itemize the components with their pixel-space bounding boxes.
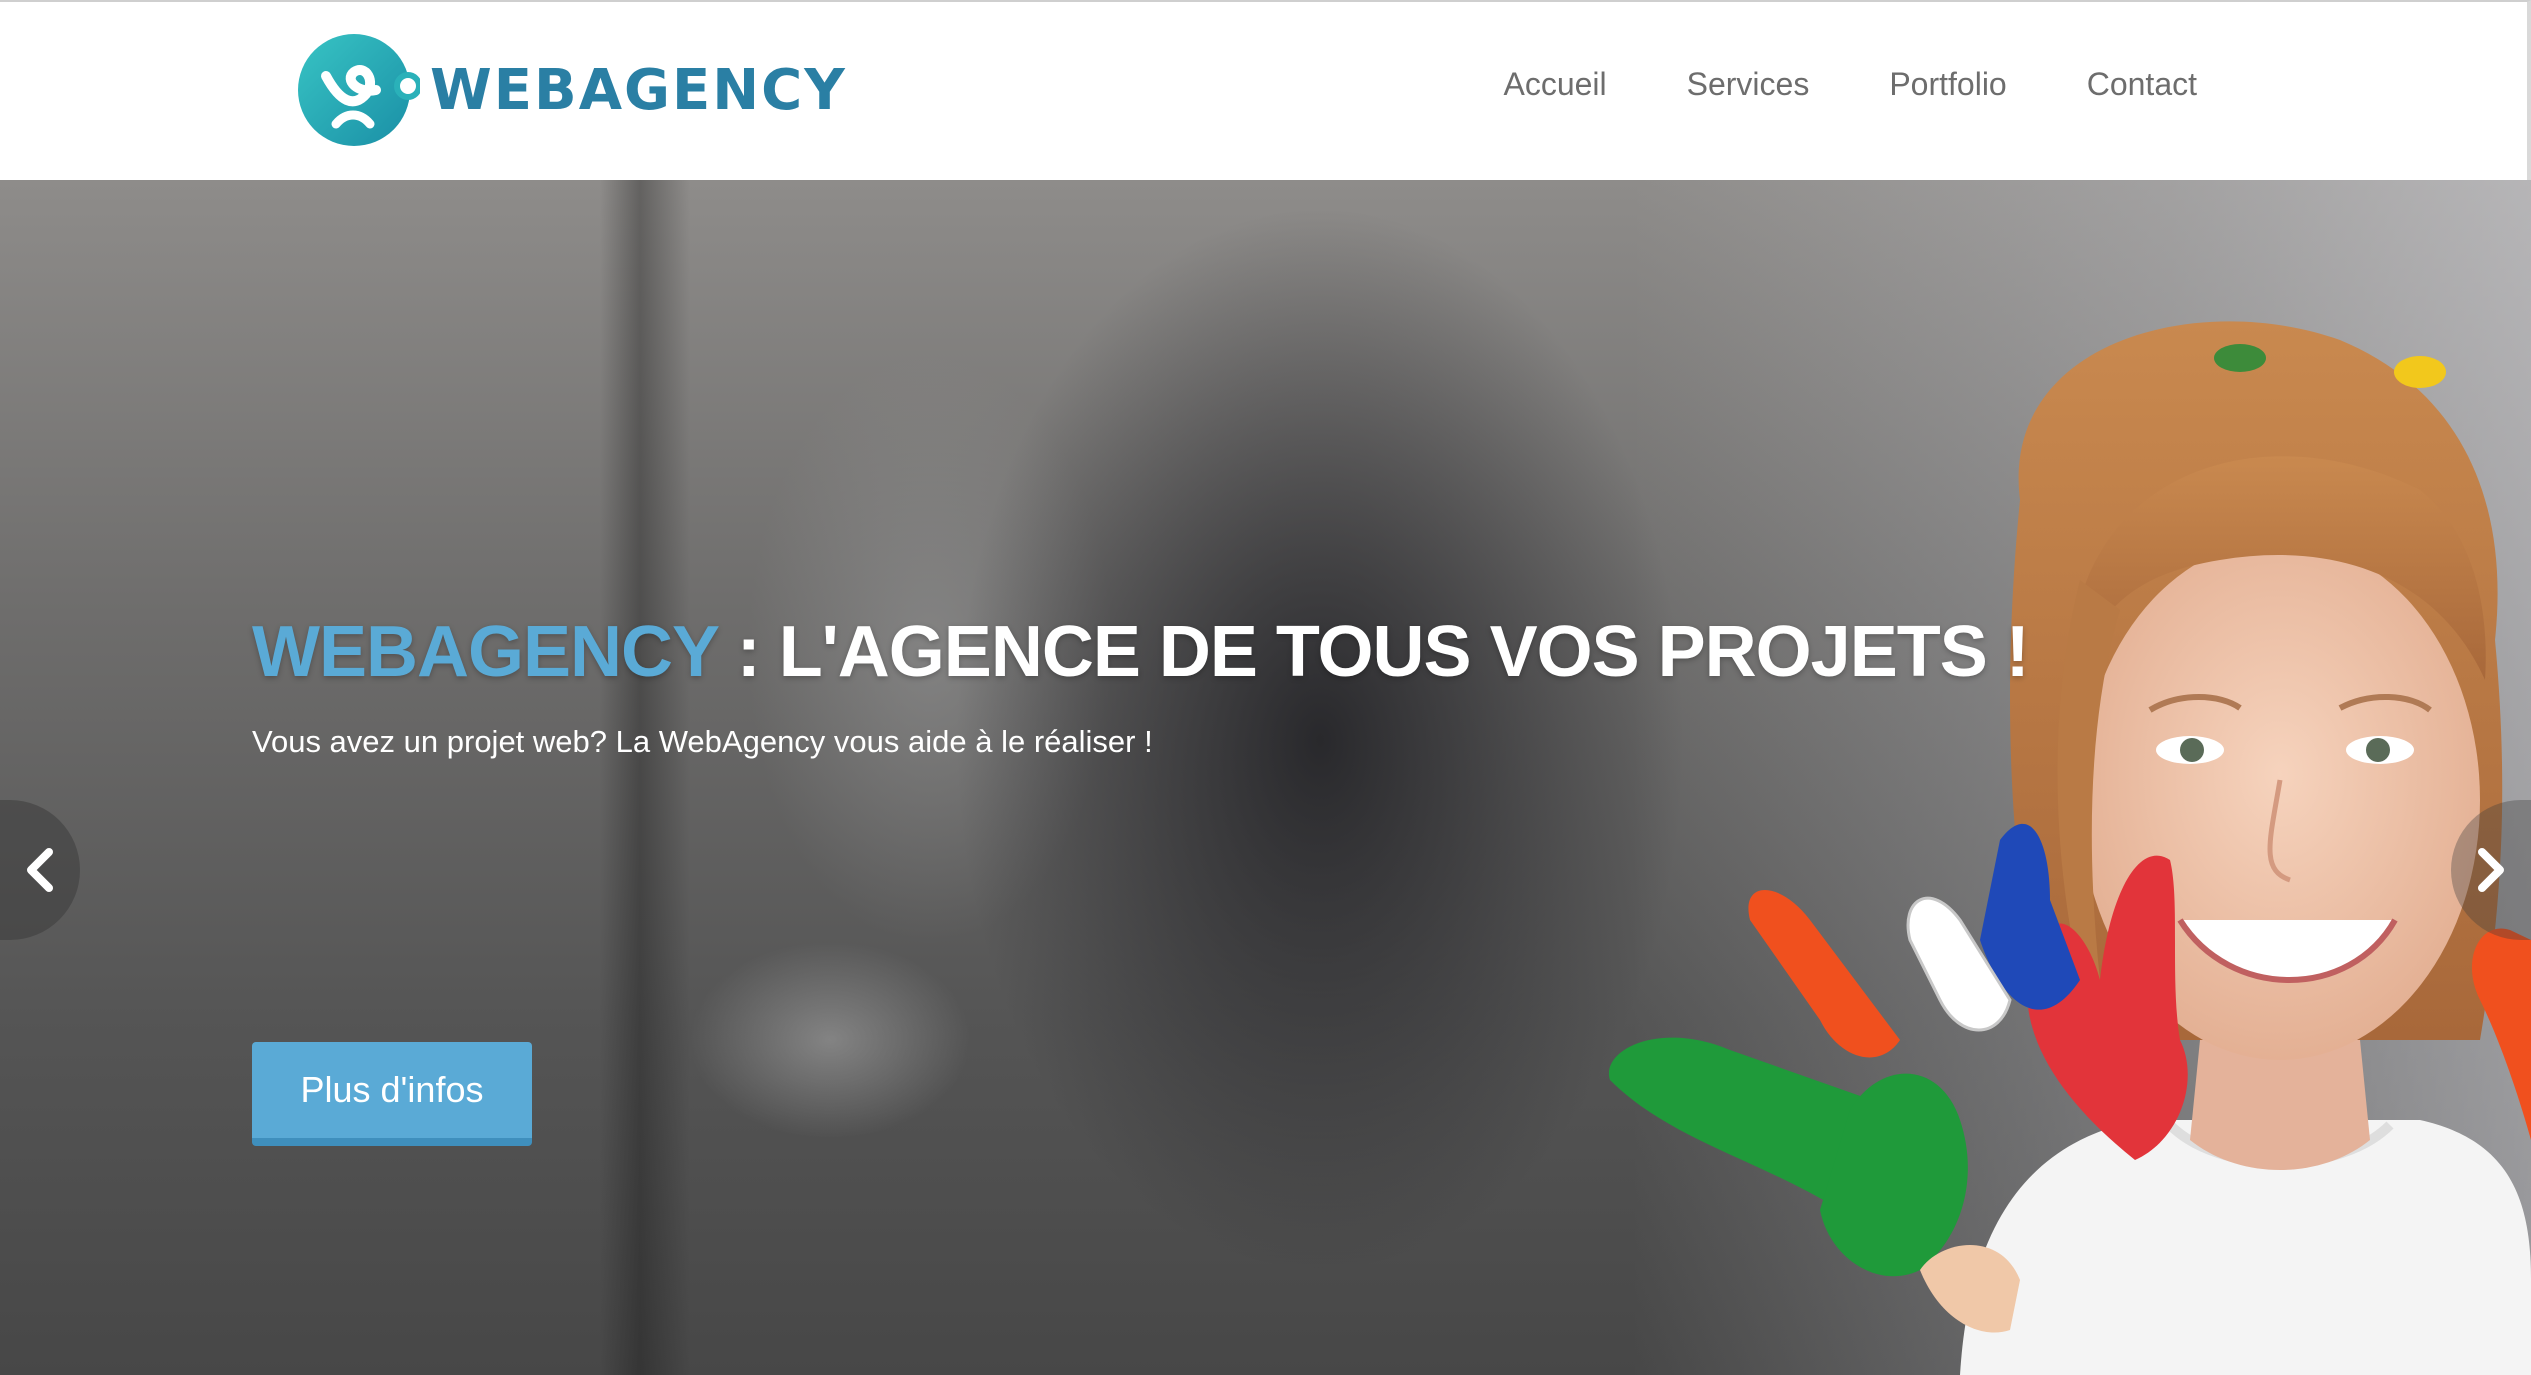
logo-link[interactable]: WEBAGENCY (296, 30, 847, 150)
chevron-right-icon (2478, 848, 2504, 892)
site-header: WEBAGENCY Accueil Services Portfolio Con… (0, 0, 2531, 180)
hero-carousel: WEBAGENCY : L'AGENCE DE TOUS VOS PROJETS… (0, 180, 2531, 1375)
main-nav: Accueil Services Portfolio Contact (1423, 58, 2197, 110)
logo-text: WEBAGENCY (430, 57, 847, 123)
webagency-logo-icon (298, 34, 420, 146)
more-info-button[interactable]: Plus d'infos (252, 1042, 532, 1146)
nav-item-portfolio[interactable]: Portfolio (1889, 58, 2006, 110)
hero-girl-image (1608, 321, 2531, 1375)
nav-item-services[interactable]: Services (1687, 58, 1810, 110)
nav-item-contact[interactable]: Contact (2087, 58, 2197, 110)
hero-title: WEBAGENCY : L'AGENCE DE TOUS VOS PROJETS… (252, 610, 2052, 694)
hero-title-brand: WEBAGENCY (252, 612, 719, 692)
hero-content: WEBAGENCY : L'AGENCE DE TOUS VOS PROJETS… (252, 610, 2052, 1146)
page: WEBAGENCY Accueil Services Portfolio Con… (0, 0, 2531, 1375)
chevron-left-icon (27, 848, 53, 892)
hero-title-text: : L'AGENCE DE TOUS VOS PROJETS ! (717, 612, 2030, 692)
hero-subtitle: Vous avez un projet web? La WebAgency vo… (252, 724, 1153, 759)
nav-item-accueil[interactable]: Accueil (1503, 58, 1606, 110)
